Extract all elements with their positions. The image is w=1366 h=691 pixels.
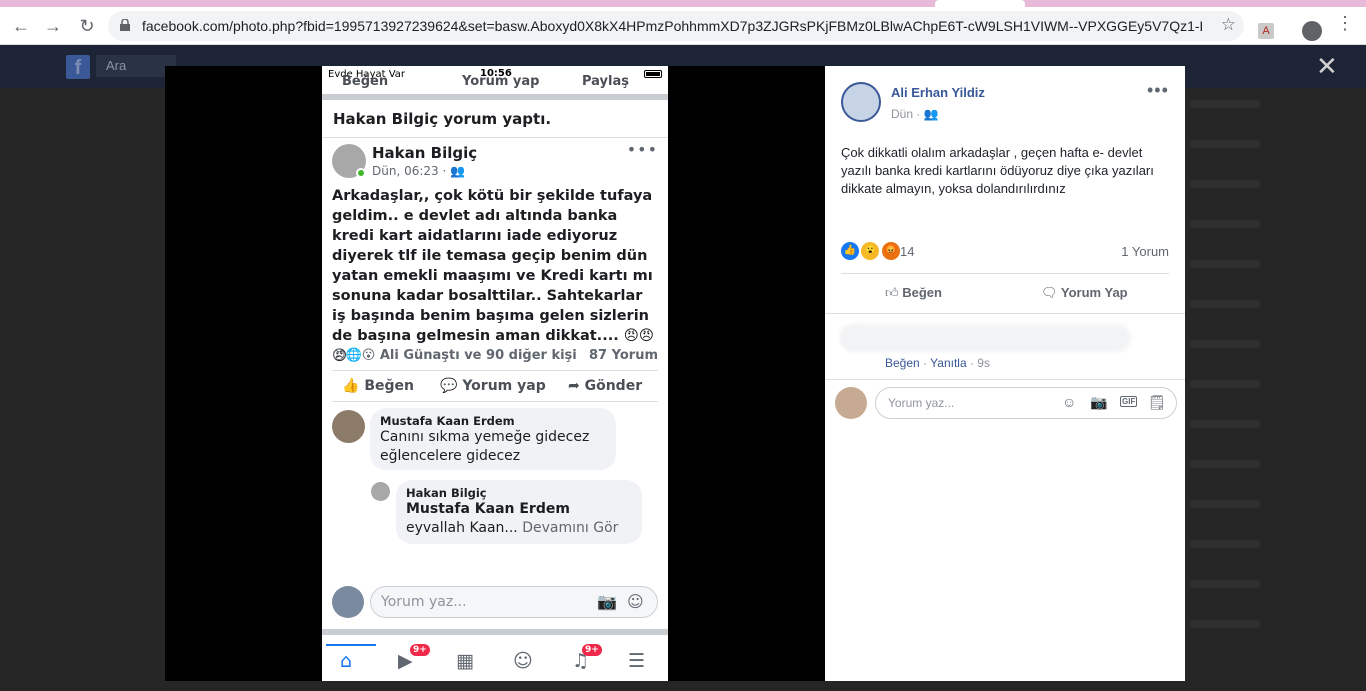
panel-actions: 👍︎ Beğen 🗨︎ Yorum Yap bbox=[841, 273, 1169, 313]
comment-bubble: Hakan Bilgiç Mustafa Kaan Erdem eyvallah… bbox=[396, 480, 642, 544]
avatar[interactable] bbox=[841, 82, 881, 122]
wow-reaction-icon: 😮 bbox=[861, 242, 880, 260]
online-indicator bbox=[356, 168, 366, 178]
forward-icon[interactable]: → bbox=[42, 15, 64, 37]
comment-mention: Mustafa Kaan Erdem bbox=[406, 501, 570, 517]
cut-comment: Yorum yap bbox=[462, 74, 540, 89]
address-bar[interactable]: facebook.com/photo.php?fbid=199571392723… bbox=[108, 11, 1244, 41]
post-body: Arkadaşlar,, çok kötü bir şekilde tufaya… bbox=[332, 188, 654, 364]
speech-bubble-icon: 🗨︎ bbox=[1041, 285, 1058, 300]
sticker-icon[interactable]: 🗒 bbox=[1148, 394, 1166, 411]
browser-menu-icon[interactable]: ⋮ bbox=[1336, 14, 1354, 32]
post-meta: Dün, 06:23 · 👥 bbox=[372, 164, 466, 178]
phone-comment-composer: Yorum yaz... 📷 ☺ bbox=[332, 586, 662, 620]
avatar bbox=[371, 482, 390, 501]
divider bbox=[825, 313, 1185, 314]
see-more-link: Devamını Gör bbox=[522, 520, 619, 536]
panel-author[interactable]: Ali Erhan Yildiz bbox=[891, 85, 985, 100]
post-author: Hakan Bilgiç bbox=[372, 144, 478, 162]
comment-text: eyvallah Kaan... Devamını Gör bbox=[406, 520, 619, 536]
comment-placeholder: Yorum yaz... bbox=[888, 396, 955, 410]
comments-count: 87 Yorum bbox=[589, 348, 658, 363]
thumbs-up-icon: 👍︎ bbox=[885, 285, 899, 300]
avatar bbox=[332, 410, 365, 443]
comment-time: 9s bbox=[977, 356, 990, 370]
cut-like: Beğen bbox=[342, 74, 389, 89]
cut-share: Paylaş bbox=[582, 74, 629, 89]
avatar bbox=[332, 586, 364, 618]
comment-text-line-1: Canını sıkma yemeğe gidecez bbox=[380, 429, 590, 445]
comment-text-line-2: eğlencelere gidecez bbox=[380, 448, 521, 464]
comment-input[interactable]: Yorum yaz... ☺ 📷 GIF 🗒 bbox=[875, 387, 1177, 419]
video-badge: 9+ bbox=[410, 644, 430, 656]
close-lightbox-icon[interactable]: ✕ bbox=[1316, 53, 1338, 79]
comment-author: Mustafa Kaan Erdem bbox=[380, 414, 515, 428]
notification-text: Hakan Bilgiç yorum yaptı. bbox=[322, 100, 668, 138]
emoji-icon[interactable]: ☺ bbox=[1062, 394, 1076, 410]
divider bbox=[322, 629, 668, 635]
reaction-icons[interactable]: 👍 😮 😡 bbox=[841, 242, 900, 262]
like-button[interactable]: 👍︎ Beğen bbox=[885, 285, 942, 301]
send-action: ➦ Gönder bbox=[568, 378, 643, 394]
reactions-text: 😠🌐😮 Ali Günaştı ve 90 diğer kişi bbox=[332, 348, 577, 363]
marketplace-icon: ▦ bbox=[456, 650, 474, 672]
home-icon: ⌂ bbox=[340, 650, 353, 672]
active-tab-indicator bbox=[326, 644, 376, 646]
groups-icon: ☺ bbox=[513, 650, 533, 672]
notification-badge: 9+ bbox=[582, 644, 602, 656]
video-icon: ▶ 9+ bbox=[398, 644, 430, 672]
angry-reaction-icon: 😡 bbox=[881, 242, 900, 260]
comment-count[interactable]: 1 Yorum bbox=[1121, 244, 1169, 259]
camera-icon: 📷 bbox=[597, 592, 617, 611]
back-icon[interactable]: ← bbox=[10, 15, 32, 37]
gif-icon[interactable]: GIF bbox=[1120, 396, 1138, 407]
comment-bubble: Mustafa Kaan Erdem Canını sıkma yemeğe g… bbox=[370, 408, 616, 470]
photo-info-panel: Ali Erhan Yildiz Dün · 👥 ••• Çok dikkatl… bbox=[825, 66, 1185, 681]
comment-placeholder: Yorum yaz... bbox=[381, 594, 467, 610]
panel-meta[interactable]: Dün · 👥 bbox=[891, 107, 939, 121]
avatar bbox=[835, 387, 867, 419]
active-tab[interactable] bbox=[935, 0, 1025, 7]
bell-icon: ♫ 9+ bbox=[572, 644, 602, 672]
divider bbox=[825, 379, 1185, 380]
bookmark-star-icon[interactable]: ☆ bbox=[1221, 15, 1236, 35]
more-options-icon: ••• bbox=[626, 140, 658, 159]
like-reaction-icon: 👍 bbox=[841, 242, 859, 260]
phone-tab-bar: ⌂ ▶ 9+ ▦ ☺ ♫ 9+ ☰ bbox=[322, 644, 668, 681]
post-header: Hakan Bilgiç Dün, 06:23 · 👥 ••• bbox=[322, 138, 668, 182]
comment-button[interactable]: 🗨︎ Yorum Yap bbox=[1041, 285, 1128, 301]
reaction-summary: 😠🌐😮 Ali Günaştı ve 90 diğer kişi 87 Yoru… bbox=[322, 344, 668, 370]
post-actions: 👍 Beğen 💬 Yorum yap ➦ Gönder bbox=[332, 370, 658, 402]
like-action: 👍 Beğen bbox=[342, 378, 414, 394]
comment-input: Yorum yaz... 📷 ☺ bbox=[370, 586, 658, 618]
phone-screenshot-photo: Evde Hayat Var 10:56 Beğen Yorum yap Pay… bbox=[322, 66, 668, 681]
comment-like-link[interactable]: Beğen bbox=[885, 356, 920, 370]
blurred-comment bbox=[841, 324, 1131, 352]
comment-author: Hakan Bilgiç bbox=[406, 486, 487, 500]
panel-caption: Çok dikkatli olalım arkadaşlar , geçen h… bbox=[841, 145, 1154, 196]
battery-icon bbox=[644, 70, 662, 78]
comment-meta: Beğen · Yanıtla · 9s bbox=[885, 356, 990, 370]
pdf-extension-icon[interactable]: A bbox=[1258, 23, 1274, 39]
facebook-search-input[interactable]: Ara bbox=[96, 55, 176, 77]
lock-icon bbox=[120, 19, 130, 31]
profile-icon[interactable] bbox=[1302, 21, 1322, 41]
cut-off-actions: Beğen Yorum yap Paylaş bbox=[322, 74, 668, 94]
comment-reply-link[interactable]: Yanıtla bbox=[930, 356, 966, 370]
comment-action: 💬 Yorum yap bbox=[440, 378, 546, 394]
more-options-icon[interactable]: ••• bbox=[1147, 80, 1169, 101]
camera-icon[interactable]: 📷 bbox=[1090, 394, 1107, 411]
menu-icon: ☰ bbox=[628, 650, 646, 672]
browser-toolbar: ← → ↻ facebook.com/photo.php?fbid=199571… bbox=[0, 7, 1366, 45]
url-text[interactable]: facebook.com/photo.php?fbid=199571392723… bbox=[142, 18, 1202, 34]
tab-strip bbox=[0, 0, 1366, 7]
reload-icon[interactable]: ↻ bbox=[76, 15, 98, 37]
reaction-count[interactable]: 14 bbox=[900, 244, 914, 259]
facebook-logo[interactable]: f bbox=[66, 55, 90, 79]
dimmed-sidebar bbox=[1190, 100, 1366, 660]
emoji-icon: ☺ bbox=[627, 592, 644, 611]
